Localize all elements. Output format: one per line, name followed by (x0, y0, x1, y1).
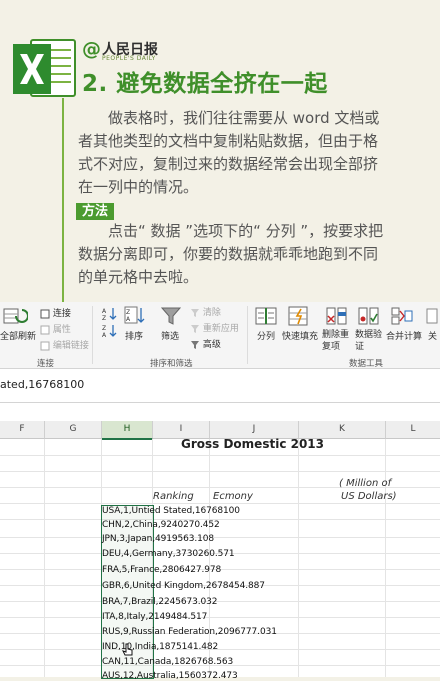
remove-duplicates-icon (326, 307, 347, 325)
method-tag: 方法 (76, 203, 114, 220)
text-to-columns-button[interactable] (254, 305, 278, 327)
reapply-label: 重新应用 (202, 324, 239, 334)
connections-label: 连接 (52, 309, 71, 319)
sort-icon: Z A (124, 306, 145, 324)
data-row[interactable]: DEU,4,Germany,3730260.571 (102, 549, 235, 559)
group-separator (92, 306, 93, 364)
advanced-filter-icon (191, 340, 199, 349)
brand-at-icon: @ (82, 38, 101, 60)
flash-fill-label: 快速填充 (282, 332, 319, 342)
filter-funnel-icon (160, 307, 182, 325)
intro-paragraph: 做表格时，我们往往需要从 word 文档或者其他类型的文档中复制粘贴数据，但由于… (78, 109, 380, 196)
mouse-cursor-icon (122, 643, 133, 656)
edit-links-button[interactable]: 编辑链接 (40, 338, 89, 351)
clear-filter-icon (191, 308, 199, 317)
properties-label: 属性 (52, 325, 71, 335)
svg-text:A: A (102, 308, 107, 315)
properties-icon (40, 325, 50, 334)
flash-fill-icon (288, 306, 308, 326)
data-row[interactable]: BRA,7,Brazil,2245673.032 (102, 597, 217, 607)
reapply-button[interactable]: 重新应用 (190, 321, 239, 334)
column-header-l[interactable]: L (386, 421, 440, 439)
data-validation-button[interactable] (357, 305, 381, 327)
sort-za-icon: Z A (102, 325, 117, 338)
data-row[interactable]: ITA,8,Italy,2149484.517 (102, 612, 207, 622)
svg-text:Z: Z (126, 309, 130, 316)
formula-bar[interactable]: ated,16768100 (0, 369, 440, 403)
sort-az-button[interactable]: A Z (102, 307, 118, 321)
advanced-filter-label: 高级 (202, 340, 221, 350)
column-header-h[interactable]: H (102, 421, 153, 440)
section-heading: 2. 避免数据全挤在一起 (82, 71, 328, 97)
data-validation-icon (358, 307, 379, 325)
data-ribbon: 全部刷新 连接 属性 编辑链接 连接 A Z Z A Z A 排序 筛选 清除 … (0, 302, 440, 369)
data-row[interactable]: IND,10,India,1875141.482 (102, 642, 218, 652)
sort-az-icon: A Z (102, 308, 117, 321)
remove-duplicates-button[interactable] (325, 305, 349, 327)
group-label-connections: 连接 (37, 359, 55, 369)
refresh-all-label: 全部刷新 (0, 332, 37, 342)
flash-fill-button[interactable] (287, 305, 311, 327)
unit-note-line2: US Dollars) (341, 491, 397, 502)
refresh-all-button[interactable] (2, 306, 28, 326)
relationships-button[interactable] (426, 305, 440, 327)
connections-button[interactable]: 连接 (40, 306, 71, 319)
sort-za-button[interactable]: Z A (102, 324, 118, 338)
decorative-line (62, 98, 64, 304)
text-to-columns-icon (255, 307, 277, 325)
reapply-icon (191, 324, 199, 333)
header-ranking: Ranking (153, 491, 194, 502)
refresh-icon (3, 308, 28, 324)
column-header-g[interactable]: G (45, 421, 102, 439)
edit-links-icon (40, 341, 50, 350)
data-row[interactable]: AUS,12,Australia,1560372.473 (102, 671, 238, 681)
data-row[interactable]: CAN,11,Canada,1826768.563 (102, 657, 233, 667)
consolidate-label: 合并计算 (386, 332, 423, 342)
spreadsheet-grid[interactable]: F G H I J K L Gross Domestic 2013 (Mill… (0, 403, 440, 681)
consolidate-icon (391, 307, 413, 325)
column-header-f[interactable]: F (0, 421, 45, 439)
method-paragraph: 点击“ 数据 ”选项下的“ 分列 ”，按要求把数据分离即可，你要的数据就乖乖地跑… (78, 222, 384, 286)
data-row[interactable]: FRA,5,France,2806427.978 (102, 565, 221, 575)
header-economy: Ecmony (213, 491, 253, 502)
remove-duplicates-label: 删除重复项 (322, 330, 350, 352)
filter-button[interactable] (160, 305, 182, 327)
article-section: @ 人民日报 PEOPLE'S DAILY 2. 避免数据全挤在一起 做表格时，… (0, 0, 440, 304)
data-row[interactable]: CHN,2,China,9240270.452 (102, 520, 220, 530)
svg-text:Z: Z (102, 315, 106, 321)
group-label-sort-filter: 排序和筛选 (150, 359, 193, 369)
data-validation-label: 数据验证 (355, 330, 383, 352)
link-icon (40, 309, 50, 318)
text-to-columns-label: 分列 (257, 332, 276, 342)
svg-text:A: A (102, 332, 107, 338)
relationships-label: 关 (428, 332, 438, 342)
excel-logo-icon (13, 39, 76, 97)
data-row[interactable]: JPN,3,Japan,4919563.108 (102, 534, 214, 544)
filter-label: 筛选 (161, 332, 180, 342)
edit-links-label: 编辑链接 (52, 341, 89, 351)
brand-name-en: PEOPLE'S DAILY (102, 55, 156, 62)
clear-filter-label: 清除 (202, 308, 221, 318)
sheet-title: Gross Domestic 2013 (181, 437, 325, 451)
consolidate-button[interactable] (390, 305, 414, 327)
relationships-icon (426, 308, 438, 324)
group-label-data-tools: 数据工具 (349, 359, 384, 369)
data-row[interactable]: USA,1,Untied Stated,16768100 (102, 506, 240, 516)
sort-dialog-button[interactable]: Z A (124, 306, 146, 326)
formula-bar-content: ated,16768100 (0, 378, 85, 391)
group-separator (247, 306, 248, 364)
advanced-filter-button[interactable]: 高级 (190, 337, 221, 350)
properties-button[interactable]: 属性 (40, 322, 71, 335)
clear-filter-button[interactable]: 清除 (190, 305, 221, 318)
data-row[interactable]: GBR,6,United Kingdom,2678454.887 (102, 581, 265, 591)
unit-note-line1: ( Million of (339, 478, 392, 489)
svg-text:Z: Z (102, 325, 106, 332)
data-row[interactable]: RUS,9,Russian Federation,2096777.031 (102, 627, 277, 637)
sort-label: 排序 (125, 332, 144, 342)
